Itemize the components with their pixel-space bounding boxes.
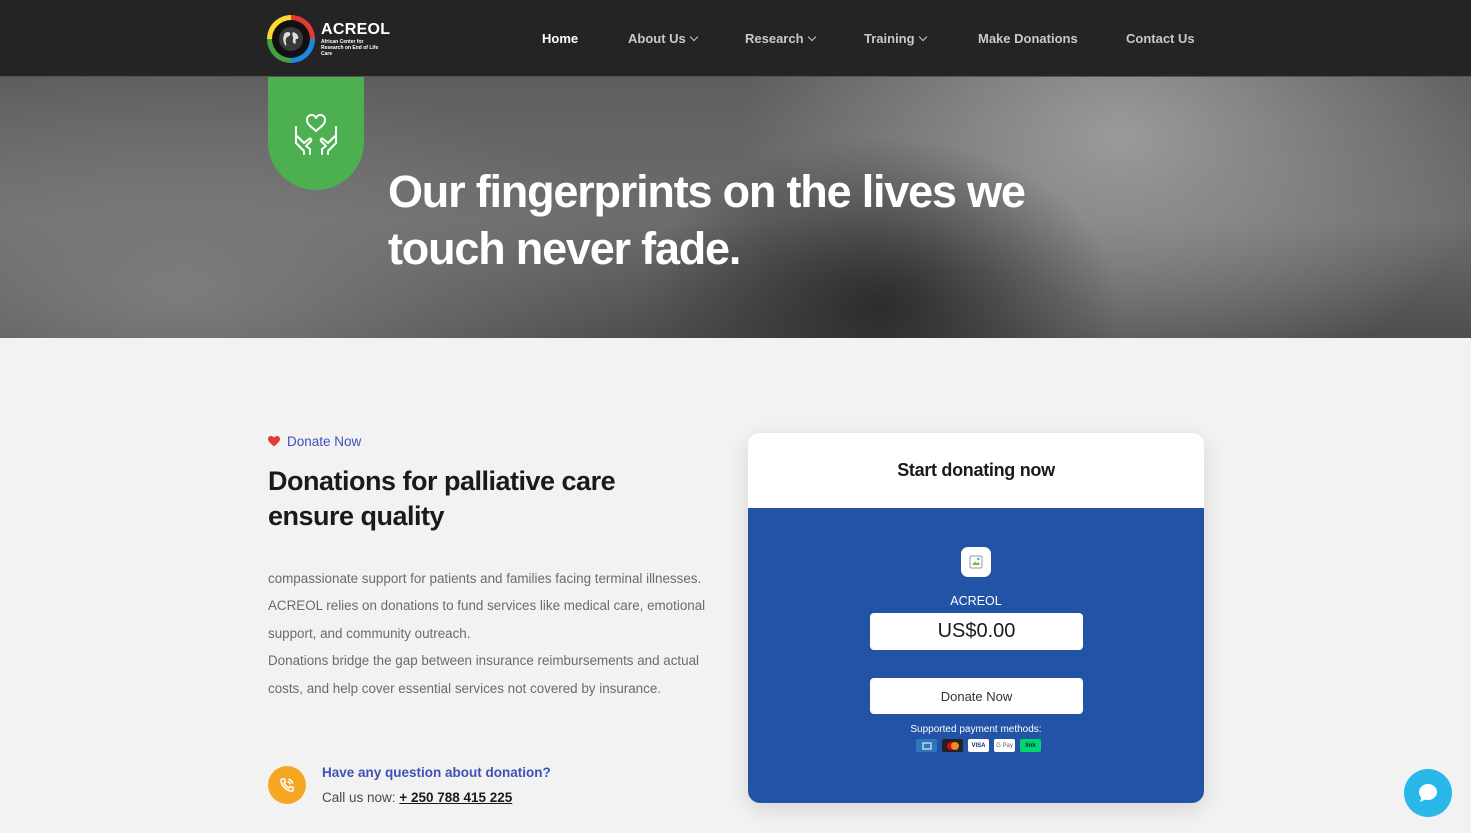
page: ACREOL African Center for Research on En… bbox=[0, 0, 1471, 833]
nav-label: Research bbox=[745, 31, 804, 46]
top-navigation: ACREOL African Center for Research on En… bbox=[0, 0, 1471, 77]
nav-label: Training bbox=[864, 31, 915, 46]
hero-title: Our fingerprints on the lives we touch n… bbox=[388, 166, 1026, 274]
payment-methods: VISA G Pay link bbox=[916, 739, 1041, 752]
nav-item-about-us[interactable]: About Us bbox=[628, 31, 699, 46]
section-body: compassionate support for patients and f… bbox=[268, 565, 708, 702]
org-name: ACREOL bbox=[950, 594, 1002, 608]
nav-label: Make Donations bbox=[978, 31, 1078, 46]
brand-tagline: African Center for Research on End of Li… bbox=[321, 39, 379, 57]
hero-banner: Our fingerprints on the lives we touch n… bbox=[0, 77, 1471, 338]
nav-item-contact-us[interactable]: Contact Us bbox=[1126, 31, 1195, 46]
card-title: Start donating now bbox=[897, 460, 1055, 480]
visa-icon: VISA bbox=[968, 739, 989, 752]
donation-widget: ACREOL US$0.00 Donate Now Supported paym… bbox=[748, 508, 1204, 803]
hero-badge bbox=[268, 77, 364, 190]
globe-icon bbox=[267, 15, 315, 63]
mastercard-icon bbox=[942, 739, 963, 752]
chat-button[interactable] bbox=[1404, 769, 1452, 817]
heart-hands-icon bbox=[295, 113, 337, 155]
nav-item-home[interactable]: Home bbox=[542, 31, 578, 46]
site-logo[interactable]: ACREOL African Center for Research on En… bbox=[267, 14, 392, 64]
google-pay-icon: G Pay bbox=[994, 739, 1015, 752]
nav-item-research[interactable]: Research bbox=[745, 31, 816, 46]
amex-icon bbox=[916, 739, 937, 752]
contact-question: Have any question about donation? bbox=[322, 765, 551, 780]
nav-item-make-donations[interactable]: Make Donations bbox=[978, 31, 1078, 46]
nav-label: Home bbox=[542, 31, 579, 46]
phone-icon bbox=[268, 766, 306, 804]
chevron-down-icon bbox=[918, 32, 927, 41]
amount-input[interactable]: US$0.00 bbox=[870, 613, 1083, 650]
section-heading: Donations for palliative care ensure qua… bbox=[268, 466, 616, 531]
eyebrow-label: Donate Now bbox=[287, 433, 362, 449]
contact-call-line: Call us now: + 250 788 415 225 bbox=[322, 790, 512, 805]
body-paragraph: Donations bridge the gap between insuran… bbox=[268, 653, 699, 696]
heart-icon bbox=[268, 435, 280, 446]
broken-image-icon bbox=[961, 547, 991, 577]
payment-methods-label: Supported payment methods: bbox=[910, 724, 1042, 735]
donation-card: Start donating now ACREOL US$0.00 Donate… bbox=[748, 433, 1204, 803]
nav-label: About Us bbox=[628, 31, 686, 46]
phone-link[interactable]: + 250 788 415 225 bbox=[399, 790, 512, 805]
chevron-down-icon bbox=[807, 32, 816, 41]
nav-item-training[interactable]: Training bbox=[864, 31, 927, 46]
brand-name: ACREOL bbox=[321, 21, 391, 38]
nav-label: Contact Us bbox=[1126, 31, 1195, 46]
body-paragraph: compassionate support for patients and f… bbox=[268, 571, 706, 641]
call-label: Call us now: bbox=[322, 790, 396, 805]
donate-now-button[interactable]: Donate Now bbox=[870, 678, 1083, 714]
chat-bubble-icon bbox=[1419, 784, 1437, 802]
donate-eyebrow: Donate Now bbox=[268, 433, 361, 449]
link-icon: link bbox=[1020, 739, 1041, 752]
chevron-down-icon bbox=[689, 32, 699, 41]
